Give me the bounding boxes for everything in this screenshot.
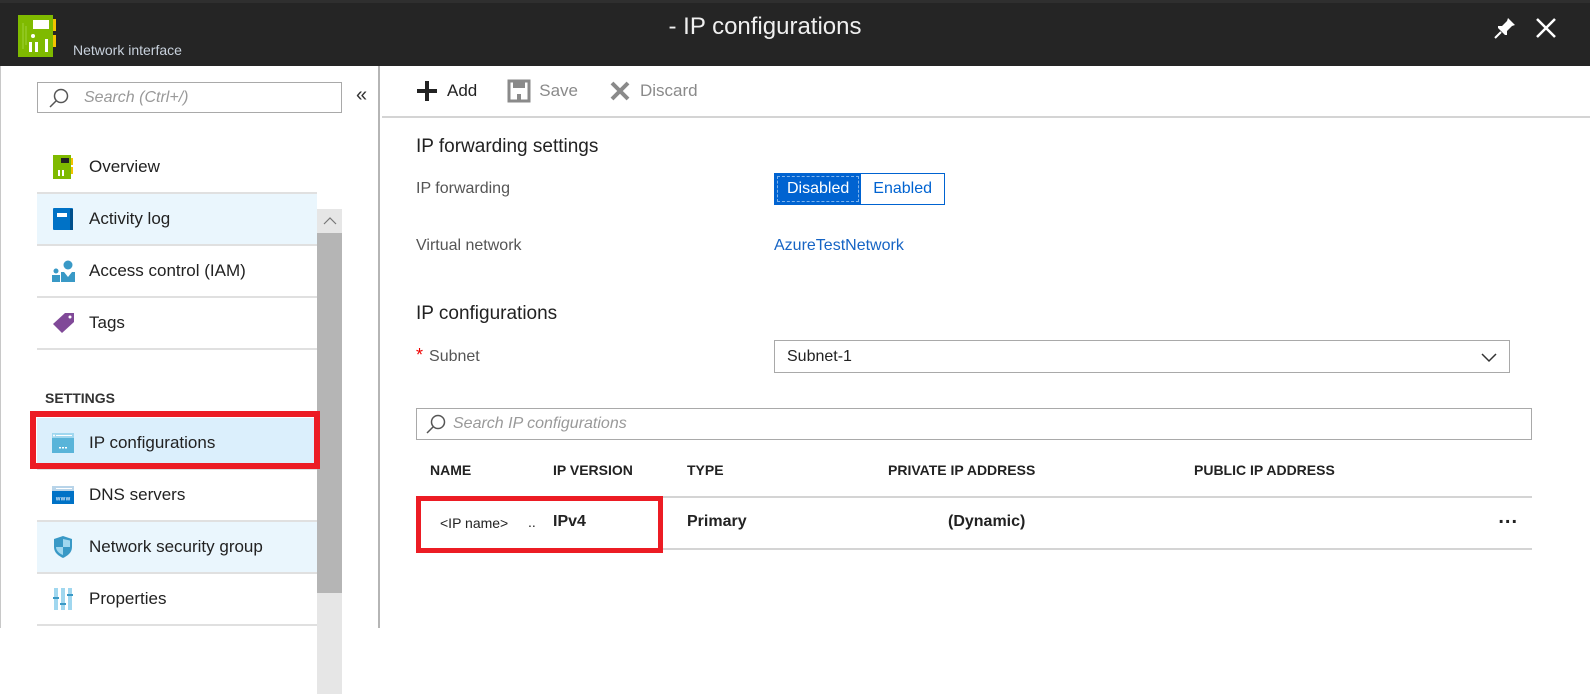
ip-configurations-blade: Add Save Discard IP forwarding settings …: [382, 66, 1590, 628]
cell-ip-version: IPv4: [553, 513, 586, 530]
discard-label: Discard: [640, 81, 698, 100]
subnet-label: * Subnet: [416, 345, 480, 366]
grid-header: NAME IP VERSION TYPE PRIVATE IP ADDRESS …: [416, 450, 1532, 498]
add-label: Add: [447, 81, 478, 100]
pin-icon[interactable]: [1492, 15, 1518, 41]
menu-item-ip-configurations[interactable]: IP configurations: [37, 418, 317, 470]
menu-item-label: Activity log: [89, 209, 171, 228]
cell-name: <IP name>: [440, 515, 509, 531]
scroll-up-button[interactable]: [317, 209, 342, 233]
menu-search-box[interactable]: [37, 82, 342, 113]
menu-item-label: Overview: [89, 157, 160, 176]
subnet-selected-value: Subnet-1: [787, 347, 852, 365]
discard-button[interactable]: Discard: [608, 79, 698, 103]
add-button[interactable]: Add: [415, 79, 477, 103]
menu-item-label: Tags: [89, 313, 125, 332]
blade-title: - IP configurations: [668, 13, 862, 40]
blade-header: Network interface - IP configurations: [0, 0, 1590, 66]
chevron-down-icon: [1481, 353, 1497, 363]
ip-forwarding-label: IP forwarding: [416, 180, 510, 197]
ip-configurations-heading: IP configurations: [416, 303, 558, 324]
table-row[interactable]: <IP name> .. IPv4 Primary (Dynamic) ...: [416, 498, 1532, 550]
ip-config-icon: [51, 431, 75, 455]
col-header-type[interactable]: TYPE: [687, 462, 724, 478]
menu-scrollbar-thumb[interactable]: [317, 233, 342, 593]
ip-forwarding-toggle: Disabled Enabled: [774, 173, 945, 205]
menu-item-dns-servers[interactable]: www DNS servers: [37, 470, 317, 522]
toggle-option-disabled[interactable]: Disabled: [775, 174, 862, 204]
menu-item-label: Access control (IAM): [89, 261, 246, 280]
subnet-dropdown[interactable]: Subnet-1: [774, 340, 1510, 373]
menu-item-tags[interactable]: Tags: [37, 298, 317, 350]
menu-item-overview[interactable]: Overview: [37, 142, 317, 194]
collapse-menu-button[interactable]: «: [356, 84, 367, 107]
required-asterisk: *: [416, 345, 424, 365]
menu-item-properties[interactable]: Properties: [37, 574, 317, 626]
plus-icon: [417, 81, 437, 101]
menu-item-access-control[interactable]: Access control (IAM): [37, 246, 317, 298]
iam-icon: [51, 259, 75, 283]
tag-icon: [51, 311, 75, 335]
ip-config-search-box[interactable]: [416, 408, 1532, 440]
network-interface-icon: [51, 155, 75, 179]
save-button[interactable]: Save: [507, 79, 578, 103]
shield-icon: [51, 535, 75, 559]
menu-item-label: Network security group: [89, 537, 263, 556]
save-label: Save: [539, 81, 578, 100]
cell-type: Primary: [687, 513, 747, 530]
virtual-network-label: Virtual network: [416, 237, 522, 254]
search-icon: [49, 88, 69, 108]
dns-icon: www: [51, 483, 75, 507]
menu-item-label: DNS servers: [89, 485, 186, 504]
col-header-private-ip[interactable]: PRIVATE IP ADDRESS: [888, 462, 1035, 478]
subnet-label-text: Subnet: [429, 348, 480, 365]
chevron-up-icon: [323, 217, 336, 225]
settings-section-heading: SETTINGS: [45, 390, 116, 406]
row-more-actions-button[interactable]: ...: [1498, 506, 1518, 529]
cell-name-truncation: ..: [528, 514, 536, 530]
command-bar: Add Save Discard: [382, 66, 1590, 118]
menu-item-label: Properties: [89, 589, 167, 608]
svg-text:www: www: [56, 496, 71, 503]
discard-x-icon: [610, 81, 630, 101]
resource-menu: « Overview Activity log Access control (…: [0, 66, 380, 694]
col-header-name[interactable]: NAME: [430, 462, 471, 478]
search-icon: [426, 414, 446, 434]
ip-config-grid: NAME IP VERSION TYPE PRIVATE IP ADDRESS …: [416, 450, 1532, 550]
ip-forwarding-heading: IP forwarding settings: [416, 136, 599, 157]
menu-list: Overview Activity log Access control (IA…: [37, 142, 317, 626]
activity-log-icon: [51, 207, 75, 231]
resource-type-label: Network interface: [73, 42, 182, 58]
menu-item-activity-log[interactable]: Activity log: [37, 194, 317, 246]
menu-item-network-security-group[interactable]: Network security group: [37, 522, 317, 574]
menu-search-input[interactable]: [84, 88, 324, 107]
col-header-ip-version[interactable]: IP VERSION: [553, 462, 633, 478]
close-icon[interactable]: [1533, 15, 1559, 41]
virtual-network-link[interactable]: AzureTestNetwork: [774, 237, 904, 255]
properties-icon: [51, 587, 75, 611]
ip-config-search-input[interactable]: [453, 415, 1453, 433]
col-header-public-ip[interactable]: PUBLIC IP ADDRESS: [1194, 462, 1335, 478]
save-icon: [507, 79, 531, 103]
cell-private-ip: (Dynamic): [948, 513, 1026, 530]
toggle-option-enabled[interactable]: Enabled: [861, 174, 944, 204]
menu-item-label: IP configurations: [89, 433, 216, 452]
